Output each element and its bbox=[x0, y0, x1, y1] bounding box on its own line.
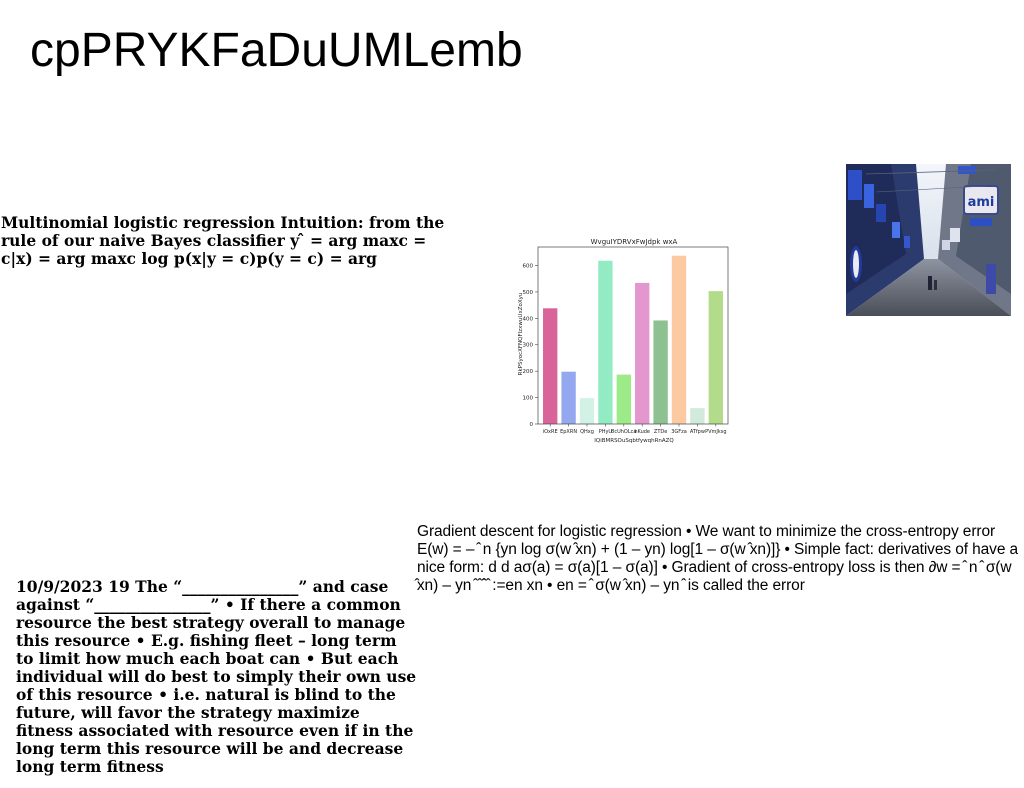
chart-bar bbox=[579, 398, 595, 424]
chart-y-tick-label: 200 bbox=[523, 369, 534, 375]
chart-y-tick-label: 100 bbox=[523, 396, 534, 402]
bar-chart: WvguIYDRVxFwJdpk wxA RkPSyocXFNQFIzxwuUx… bbox=[510, 230, 740, 450]
chart-x-tick-label: iOxRE bbox=[543, 429, 558, 435]
chart-bar bbox=[708, 291, 723, 424]
chart-x-tick-label: 8cUhOLca bbox=[611, 429, 636, 435]
chart-x-tick-label: EpXRN bbox=[560, 429, 577, 435]
chart-bar bbox=[690, 408, 705, 424]
chart-x-tick-label: PVmJksg bbox=[705, 429, 726, 435]
chart-title: WvguIYDRVxFwJdpk wxA bbox=[591, 238, 678, 246]
chart-x-tick-label: ATfpw bbox=[690, 429, 705, 435]
chart-x-tick-label: hKude bbox=[634, 429, 650, 435]
chart-y-tick-label: 500 bbox=[523, 290, 534, 296]
text-block-logistic-regression: Multinomial logistic regression Intuitio… bbox=[1, 213, 445, 268]
chart-bar bbox=[616, 374, 631, 424]
chart-y-tick-label: 400 bbox=[523, 316, 534, 322]
chart-y-tick-label: 300 bbox=[523, 343, 534, 349]
chart-y-tick-label: 0 bbox=[530, 422, 534, 428]
chart-x-tick-label: ZTDe bbox=[654, 429, 667, 435]
chart-bar bbox=[561, 371, 576, 424]
text-block-gradient-descent: Gradient descent for logistic regression… bbox=[417, 523, 1019, 594]
chart-x-tick-label: 3GFza bbox=[671, 429, 687, 435]
street-photo-icon: ami bbox=[846, 164, 1011, 316]
chart-bar bbox=[543, 308, 558, 424]
text-block-common-resource: 10/9/2023 19 The “_______________” and c… bbox=[16, 577, 417, 776]
chart-bar bbox=[671, 255, 687, 424]
bar-chart-svg: WvguIYDRVxFwJdpk wxA RkPSyocXFNQFIzxwuUx… bbox=[518, 238, 729, 444]
chart-marks: 0100200300400500600iOxRE EpXRN QHxg PHyU 8cU… bbox=[523, 255, 727, 435]
chart-bar bbox=[653, 320, 668, 424]
chart-y-axis-label: RkPSyocXFNQFIzxwuUxZoXyu bbox=[518, 293, 524, 376]
chart-bar bbox=[598, 260, 613, 424]
page-title: cpPRYKFaDuUMLemb bbox=[30, 24, 523, 77]
chart-y-tick-label: 600 bbox=[523, 263, 534, 269]
chart-x-axis-label: IQiBMRSOuSqbtfywqhRnAZQ bbox=[594, 438, 674, 444]
photo-sign-text: ami bbox=[968, 195, 995, 210]
chart-x-tick-label: QHxg bbox=[580, 429, 594, 435]
chart-bar bbox=[635, 282, 650, 424]
street-photo: ami bbox=[846, 164, 1011, 316]
